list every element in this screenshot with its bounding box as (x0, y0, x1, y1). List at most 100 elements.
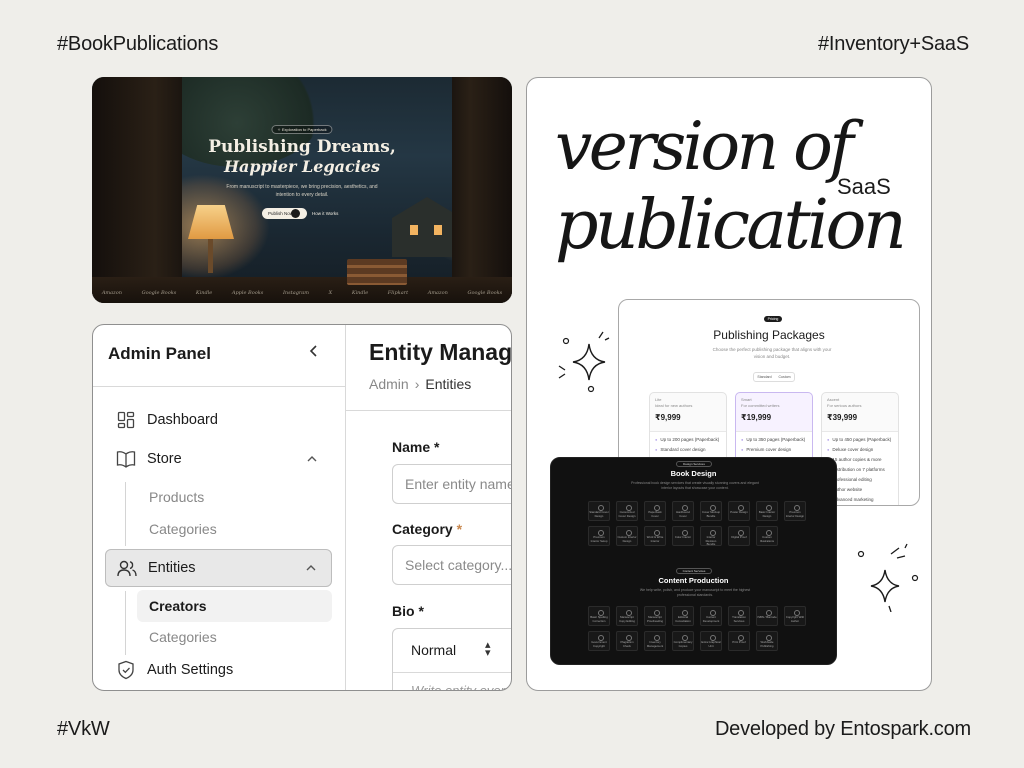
sidebar-item-label: Auth Settings (147, 662, 234, 678)
service-tile[interactable]: Editorial Consultation (672, 606, 694, 626)
plan-price: ₹9,999 (655, 413, 681, 422)
service-tile[interactable]: Custom Interior Design (616, 526, 638, 546)
lamp-icon (188, 205, 234, 239)
service-tile[interactable]: Digital Proof (728, 526, 750, 546)
service-tile[interactable]: Complimentary Copies (672, 631, 694, 651)
select-arrows-icon: ▴ ▾ (485, 639, 491, 659)
bio-label: Bio * (392, 603, 424, 619)
window-frame-left (92, 77, 182, 303)
service-tile[interactable]: Color Interior (672, 526, 694, 546)
hero-title-italic: Happier Legacies (223, 157, 381, 176)
headline-version-of: version of (555, 108, 854, 185)
admin-panel-card: Admin Panel Dashboard Store Products Cat… (92, 324, 512, 691)
book-open-icon (115, 448, 137, 470)
design-services-tag: Design Services (676, 461, 712, 467)
service-tile[interactable]: Manuscript Proofreading (644, 606, 666, 626)
service-tile[interactable]: Manuscript Copy Editing (616, 606, 638, 626)
publish-now-button[interactable]: Publish Now (262, 208, 308, 219)
content-services-tag: Content Services (676, 568, 712, 574)
sidebar-item-label: Entities (148, 560, 196, 576)
book-design-subtitle: Professional book design services that c… (631, 481, 759, 490)
sidebar-item-label: Dashboard (147, 412, 218, 428)
service-tile[interactable]: Worldwide Publishing (756, 631, 778, 651)
service-tile[interactable]: Copyright With Author (784, 606, 806, 626)
brand-logo: Kindle (351, 290, 369, 296)
category-label: Category * (392, 521, 463, 537)
packages-title: Publishing Packages (713, 328, 825, 342)
toggle-standard[interactable]: Standard (757, 375, 771, 379)
saas-showcase-card: version of SaaS publication Pricing Publ… (526, 77, 932, 691)
sidebar-item-dashboard[interactable]: Dashboard (105, 401, 332, 439)
brand-strip: Amazon Google Books Kindle Apple Books I… (92, 290, 512, 296)
shield-check-icon (115, 659, 137, 681)
services-preview: Design Services Book Design Professional… (550, 457, 837, 665)
bio-textarea[interactable]: Write entity overview... (411, 683, 511, 690)
service-tile[interactable]: Premium Interior Design (784, 501, 806, 521)
breadcrumb: Admin › Entities (369, 376, 471, 392)
breadcrumb-entities: Entities (425, 376, 472, 392)
how-it-works-link[interactable]: How it Works (312, 208, 338, 219)
tag-book-publications: #BookPublications (57, 33, 219, 55)
service-tile[interactable]: Customized Cover Design (616, 501, 638, 521)
sidebar-subitem-products[interactable]: Products (149, 489, 204, 505)
sidebar: Admin Panel Dashboard Store Products Cat… (93, 325, 346, 690)
brand-logo: Kindle (195, 290, 213, 296)
sidebar-item-store[interactable]: Store (105, 440, 332, 478)
service-tile[interactable]: Premium Interior Setup (588, 526, 610, 546)
service-tile[interactable]: Print Proof (728, 631, 750, 651)
design-services-grid: Standard Cover Design Customized Cover De… (588, 501, 806, 546)
page-title: Entity Management (369, 339, 512, 365)
service-tile[interactable]: Extra Graphical Unit (700, 631, 722, 651)
sidebar-subitem-store-categories[interactable]: Categories (149, 521, 217, 537)
sidebar-item-entities[interactable]: Entities (105, 549, 332, 587)
breadcrumb-admin[interactable]: Admin (369, 376, 409, 392)
brand-logo: Flipkart (387, 290, 409, 296)
service-tile[interactable]: Word & Write Interior (644, 526, 666, 546)
service-tile[interactable]: ISBN / Barcode (756, 606, 778, 626)
brand-logo: Google Books (467, 290, 503, 296)
service-tile[interactable]: Basic Spelling Correction (588, 606, 610, 626)
service-tile[interactable]: Paperback Cover (644, 501, 666, 521)
sidebar-subitem-entity-categories[interactable]: Categories (149, 629, 217, 645)
service-tile[interactable]: Custom Illustrations (756, 526, 778, 546)
service-tile[interactable]: Basic Interior Design (756, 501, 778, 521)
service-tile[interactable]: Standard Cover Design (588, 501, 610, 521)
sparkle-icon (558, 331, 610, 393)
service-tile[interactable]: Content Development (700, 606, 722, 626)
tag-vkw: #VkW (57, 718, 110, 740)
toggle-custom[interactable]: Custom (779, 375, 791, 379)
sidebar-header: Admin Panel (93, 325, 346, 387)
text-format-select[interactable]: Normal (411, 642, 456, 658)
chevron-up-icon (305, 561, 317, 575)
service-tile[interactable]: Interior Revision Bundle (700, 526, 722, 546)
sidebar-item-auth-settings[interactable]: Auth Settings (105, 651, 332, 689)
hero-badge: ✧ Exploration to Paperback (271, 125, 333, 134)
collapse-sidebar-button[interactable] (305, 342, 323, 364)
service-tile[interactable]: Poster Design (728, 501, 750, 521)
package-toggle[interactable]: Standard Custom (753, 372, 795, 382)
service-tile[interactable]: Cover Mockup Bundle (700, 501, 722, 521)
service-tile[interactable]: Translation Services (728, 606, 750, 626)
name-label: Name * (392, 439, 440, 455)
admin-panel-title: Admin Panel (108, 344, 211, 363)
editor-toolbar: Normal ▴ ▾ (393, 629, 511, 673)
sidebar-subitem-creators[interactable]: Creators (137, 590, 332, 622)
service-tile[interactable]: Hardbound Cover (672, 501, 694, 521)
name-input[interactable]: Enter entity name (392, 464, 511, 504)
hero-title: Publishing Dreams, (208, 137, 396, 157)
brand-logo: Apple Books (231, 290, 264, 296)
service-tile[interactable]: Government Copyright (588, 631, 610, 651)
tag-inventory-saas: #Inventory+SaaS (818, 33, 969, 55)
packages-subtitle: Choose the perfect publishing package th… (712, 347, 832, 359)
service-tile[interactable]: Plagiarism Check (616, 631, 638, 651)
service-tile[interactable]: Inventory Management (644, 631, 666, 651)
brand-logo: Amazon (427, 290, 448, 296)
sparkle-icon (857, 543, 919, 612)
content-production-title: Content Production (658, 576, 729, 585)
hero-description: From manuscript to masterpiece, we bring… (226, 184, 378, 198)
category-select[interactable]: Select category... (392, 545, 511, 585)
brand-logo: Google Books (141, 290, 177, 296)
bio-editor[interactable]: Normal ▴▾ Write entity overview... (392, 628, 511, 690)
plan-price: ₹19,999 (741, 413, 772, 422)
sidebar-item-label: Store (147, 451, 182, 467)
